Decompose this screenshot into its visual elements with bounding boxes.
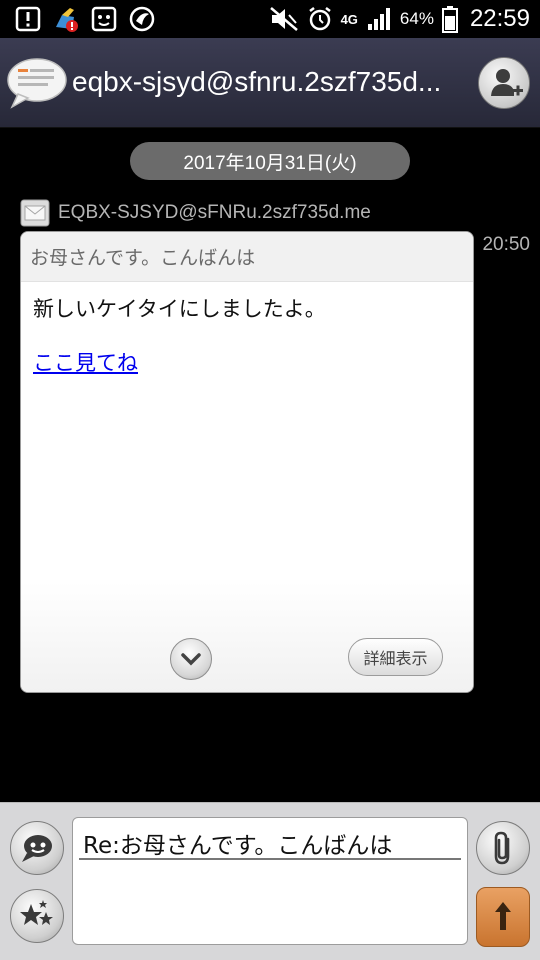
emoji-icon	[22, 835, 52, 862]
message-subject: お母さんです。こんばんは	[30, 247, 256, 269]
clock: 22:59	[469, 5, 530, 32]
compose-text[interactable]: Re:お母さんです。こんばんは	[83, 826, 392, 860]
compose-bar: Re:お母さんです。こんばんは	[0, 802, 540, 960]
contact-title: eqbx-sjsyd@sfnru.2szf735d...	[72, 66, 442, 97]
mute-icon	[269, 7, 298, 31]
attachment-button[interactable]	[476, 821, 530, 875]
sender-row: EQBX-SJSYD@sFNRu.2szf735d.me	[20, 198, 371, 228]
send-button[interactable]	[476, 887, 530, 947]
message-bubble-icon[interactable]	[6, 56, 68, 110]
network-type: 4G	[340, 11, 358, 27]
compose-input[interactable]: Re:お母さんです。こんばんは	[72, 817, 468, 945]
message-body: 新しいケイタイにしましたよ。 ここ見てね	[21, 282, 473, 378]
battery-percent: 64%	[399, 9, 434, 28]
signal-icon	[367, 8, 390, 30]
status-right: 4G 64% 22:59	[269, 0, 530, 38]
alarm-icon	[308, 7, 331, 31]
envelope-icon	[20, 199, 50, 227]
shield-app-icon	[129, 6, 155, 32]
conversation-header: eqbx-sjsyd@sfnru.2szf735d...	[0, 38, 540, 128]
cleaner-icon	[56, 8, 78, 32]
battery-icon	[441, 6, 458, 33]
message-text: 新しいケイタイにしましたよ。	[33, 297, 326, 321]
message-link[interactable]: ここ見てね	[33, 348, 138, 378]
add-contact-icon	[491, 69, 523, 96]
date-divider: 2017年10月31日(火)	[130, 142, 410, 180]
expand-message-button[interactable]	[170, 638, 212, 680]
send-icon	[495, 902, 511, 930]
add-contact-button[interactable]	[478, 57, 530, 109]
decoration-icon	[20, 900, 53, 925]
chevron-down-icon	[181, 653, 201, 666]
sender-address: EQBX-SJSYD@sFNRu.2szf735d.me	[58, 202, 371, 223]
notification-icon	[15, 6, 41, 32]
compose-underline	[79, 858, 461, 860]
emoji-button[interactable]	[10, 821, 64, 875]
face-icon	[91, 6, 117, 32]
status-left-icons	[14, 5, 156, 33]
decoration-button[interactable]	[10, 889, 64, 943]
status-bar: 4G 64% 22:59	[0, 0, 540, 38]
message-time: 20:50	[482, 234, 530, 255]
message-bubble[interactable]: お母さんです。こんばんは 新しいケイタイにしましたよ。 ここ見てね 詳細表示	[20, 231, 474, 693]
messaging-app: 4G 64% 22:59 eqbx-sjsyd@sfnru.2szf735d..…	[0, 0, 540, 960]
message-subject-bar: お母さんです。こんばんは	[21, 232, 473, 282]
details-button[interactable]: 詳細表示	[348, 638, 443, 676]
attachment-icon	[494, 831, 510, 865]
